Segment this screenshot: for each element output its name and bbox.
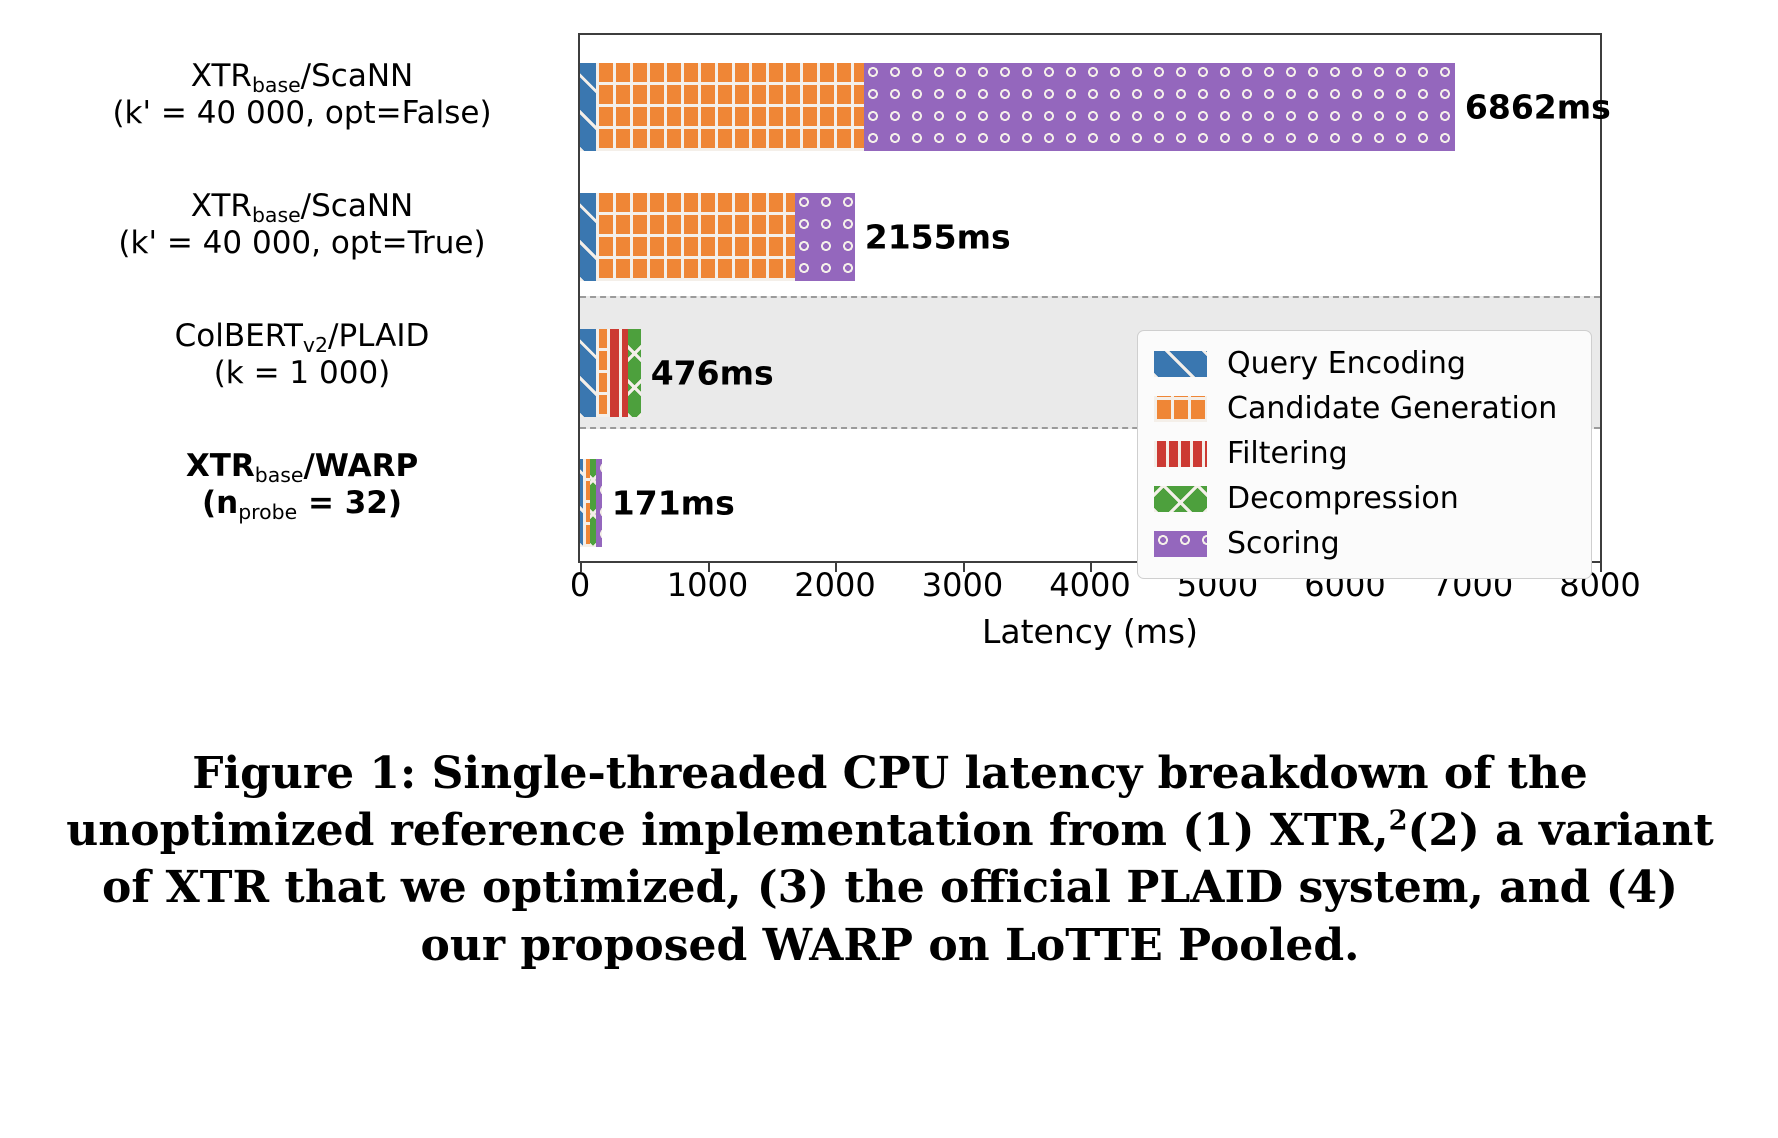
legend-swatch-icon	[1154, 395, 1207, 422]
bar-value-label-1: 2155ms	[864, 217, 1011, 257]
legend-label: Candidate Generation	[1227, 391, 1558, 426]
y-label-line1: XTRbase/ScaNN	[190, 188, 414, 228]
x-tick-label-3: 3000	[921, 566, 1004, 604]
bar-segment-candidate-generation	[582, 459, 590, 547]
bar-segment-query-encoding	[580, 193, 596, 281]
y-label-line2: (k' = 40 000, opt=True)	[118, 224, 486, 261]
bar-segment-filtering	[606, 329, 629, 417]
legend-swatch-icon	[1154, 440, 1207, 467]
y-label-sub: base	[254, 463, 304, 488]
bar-segment-scoring	[863, 63, 1455, 151]
legend-item-query-encoding: Query Encoding	[1154, 341, 1577, 386]
bar-row-3	[580, 459, 602, 547]
legend-label: Filtering	[1227, 436, 1348, 471]
y-label-line2: (k = 1 000)	[213, 354, 391, 391]
caption-prefix: Figure 1:	[192, 748, 432, 799]
legend-swatch-icon	[1154, 350, 1207, 377]
y-tick-label-2: ColBERTv2/PLAID (k = 1 000)	[42, 318, 562, 391]
bar-value-label-0: 6862ms	[1464, 87, 1611, 127]
legend-label: Scoring	[1227, 526, 1340, 561]
bar-segment-candidate-generation	[595, 329, 607, 417]
y-tick-label-3: XTRbase/WARP (nprobe = 32)	[42, 448, 562, 524]
y-label-sub2: probe	[238, 499, 298, 524]
y-label-line2: (nprobe = 32)	[201, 484, 403, 524]
bar-value-label-3: 171ms	[611, 483, 735, 523]
figure-page: XTRbase/ScaNN (k' = 40 000, opt=False) X…	[0, 0, 1778, 1138]
y-label-sub: base	[251, 203, 301, 228]
bar-row-2	[580, 329, 641, 417]
y-label-sub: base	[251, 73, 301, 98]
y-label-line1: XTRbase/WARP	[185, 448, 419, 488]
y-label-line2: (k' = 40 000, opt=False)	[112, 94, 492, 131]
legend-item-scoring: Scoring	[1154, 521, 1577, 566]
chart-legend: Query Encoding Candidate Generation Filter…	[1137, 330, 1592, 579]
y-label-line1: ColBERTv2/PLAID	[174, 318, 430, 358]
y-tick-label-0: XTRbase/ScaNN (k' = 40 000, opt=False)	[42, 58, 562, 131]
y-tick-label-1: XTRbase/ScaNN (k' = 40 000, opt=True)	[42, 188, 562, 261]
legend-swatch-icon	[1154, 485, 1207, 512]
bar-row-0	[580, 63, 1455, 151]
legend-swatch-icon	[1154, 530, 1207, 557]
bar-segment-query-encoding	[580, 329, 596, 417]
figure-caption: Figure 1: Single-threaded CPU latency br…	[60, 745, 1720, 974]
bar-segment-decompression	[628, 329, 641, 417]
legend-item-decompression: Decompression	[1154, 476, 1577, 521]
bar-segment-scoring	[794, 193, 855, 281]
y-label-sub: v2	[302, 333, 329, 358]
legend-item-filtering: Filtering	[1154, 431, 1577, 476]
bar-segment-candidate-generation	[595, 63, 864, 151]
x-axis-title: Latency (ms)	[981, 612, 1198, 651]
x-tick-label-0: 0	[569, 566, 591, 604]
bar-value-label-2: 476ms	[650, 353, 774, 393]
legend-label: Query Encoding	[1227, 346, 1466, 381]
legend-item-candidate-generation: Candidate Generation	[1154, 386, 1577, 431]
bar-row-1	[580, 193, 855, 281]
legend-label: Decompression	[1227, 481, 1459, 516]
bar-segment-query-encoding	[580, 63, 596, 151]
x-tick-label-1: 1000	[666, 566, 749, 604]
latency-breakdown-chart: XTRbase/ScaNN (k' = 40 000, opt=False) X…	[0, 0, 1778, 651]
bar-segment-candidate-generation	[595, 193, 795, 281]
bar-segment-scoring	[596, 459, 602, 547]
y-label-line1: XTRbase/ScaNN	[190, 58, 414, 98]
x-tick-label-2: 2000	[794, 566, 876, 604]
bar-segment-decompression	[589, 459, 597, 547]
caption-footnote-marker: 2	[1388, 804, 1408, 837]
